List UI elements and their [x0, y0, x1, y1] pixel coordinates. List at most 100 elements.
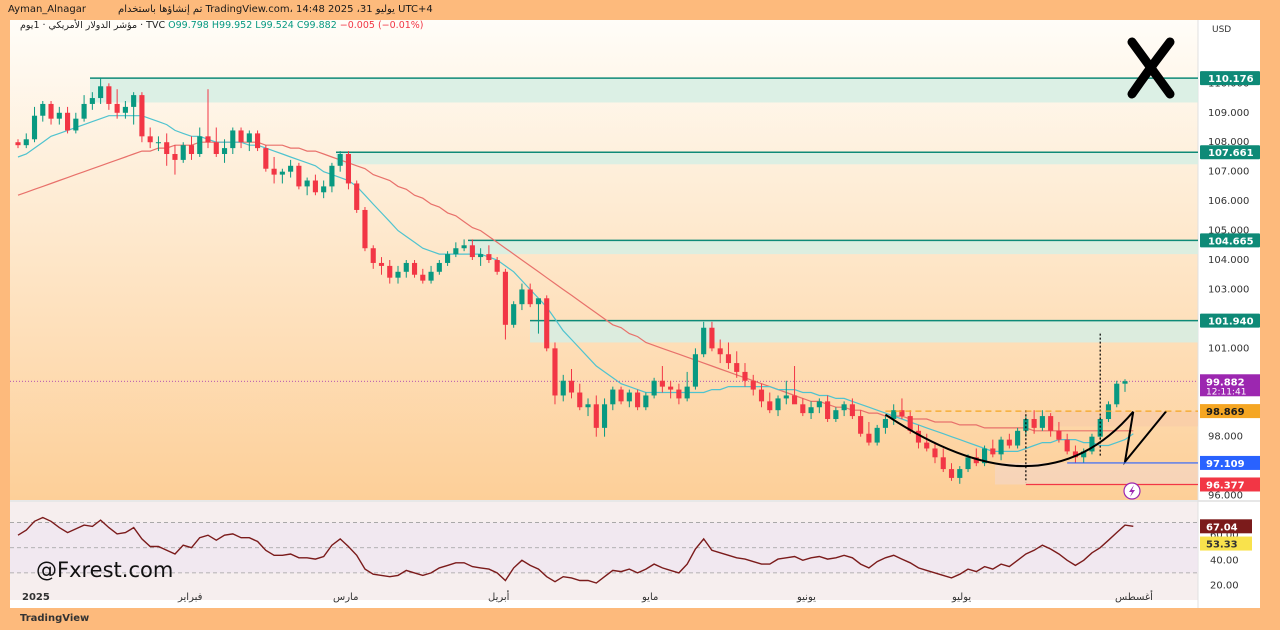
- candle-body: [180, 145, 186, 160]
- candle-body: [106, 86, 112, 104]
- candle-body: [304, 180, 310, 187]
- candle-body: [387, 265, 393, 278]
- resistance-zone: [90, 78, 1198, 103]
- candle-body: [1114, 383, 1120, 405]
- candle-body: [725, 354, 732, 364]
- candle-body: [734, 363, 740, 372]
- price-tag-label: 98.869: [1206, 407, 1245, 418]
- watermark-handle: @Fxrest.com: [36, 558, 174, 582]
- candle-body: [23, 139, 29, 146]
- y-tick-label: 96.000: [1208, 491, 1243, 502]
- candle-body: [370, 248, 376, 263]
- candle-body: [808, 407, 814, 414]
- candle-body: [709, 327, 715, 349]
- x-axis-label: يونيو: [796, 592, 816, 603]
- candle-body: [255, 133, 261, 149]
- candle-body: [1015, 430, 1021, 446]
- ohlc-open: O99.798: [168, 20, 209, 31]
- candle-body: [221, 148, 228, 155]
- candle-body: [791, 395, 798, 405]
- candle-body: [948, 469, 955, 478]
- candle-body: [849, 404, 855, 417]
- candle-body: [684, 386, 690, 399]
- candle-body: [337, 154, 343, 166]
- candle-body: [1122, 381, 1128, 384]
- tradingview-logo[interactable]: TradingView: [20, 613, 89, 624]
- candle-body: [535, 298, 542, 305]
- publish-info: تم إنشاؤها باستخدام TradingView.com، يول…: [118, 4, 433, 15]
- candle-body: [767, 401, 773, 411]
- x-axis-label: مارس: [333, 592, 358, 603]
- candle-body: [957, 469, 963, 478]
- candle-body: [866, 433, 872, 443]
- candle-body: [750, 380, 756, 390]
- resistance-zone: [336, 152, 1198, 165]
- price-tag-countdown: 12:11:41: [1206, 387, 1246, 397]
- candle-body: [825, 401, 831, 420]
- candle-body: [436, 262, 442, 272]
- chart-frame: USD110.000109.000108.000107.000106.00010…: [10, 20, 1260, 608]
- x-axis-label: أغسطس: [1115, 590, 1153, 603]
- candle-body: [701, 327, 707, 355]
- candle-body: [131, 95, 137, 107]
- candle-body: [155, 142, 162, 144]
- y-tick-label: 101.000: [1208, 343, 1249, 354]
- rsi-value-label: 67.04: [1206, 522, 1238, 533]
- candle-body: [940, 457, 946, 470]
- candle-body: [668, 386, 674, 390]
- candle-body: [742, 371, 748, 381]
- candle-body: [502, 271, 508, 325]
- zone-price-label: 104.665: [1208, 236, 1254, 247]
- zone-price-label: 107.661: [1208, 148, 1254, 159]
- candle-body: [230, 130, 236, 149]
- candle-body: [618, 389, 624, 402]
- candle-body: [81, 103, 87, 119]
- candle-body: [544, 298, 550, 349]
- x-axis-label: يوليو: [951, 592, 971, 603]
- candle-body: [651, 380, 657, 396]
- chart-canvas[interactable]: USD110.000109.000108.000107.000106.00010…: [10, 20, 1260, 608]
- x-axis-label: أبريل: [488, 590, 510, 603]
- candle-body: [312, 180, 318, 193]
- candle-body: [411, 262, 418, 275]
- candle-body: [48, 103, 54, 119]
- candle-body: [692, 354, 698, 387]
- candle-body: [874, 427, 880, 443]
- price-tag-label: 96.377: [1206, 480, 1245, 491]
- candle-body: [1064, 439, 1070, 452]
- candle-body: [841, 404, 847, 411]
- candle-body: [263, 148, 269, 169]
- candle-body: [626, 392, 632, 402]
- candle-body: [279, 171, 285, 175]
- candle-body: [577, 392, 583, 408]
- candle-body: [213, 142, 219, 155]
- ohlc-high: H99.952: [211, 20, 253, 31]
- candle-body: [65, 112, 71, 131]
- candle-body: [882, 419, 888, 428]
- candle-body: [139, 95, 145, 137]
- ohlc-low: L99.524: [255, 20, 294, 31]
- candle-body: [593, 404, 599, 428]
- candle-body: [114, 103, 120, 113]
- candle-body: [560, 380, 566, 396]
- candle-body: [345, 154, 352, 184]
- resistance-zone: [530, 320, 1198, 343]
- y-tick-label: 104.000: [1208, 255, 1249, 266]
- candle-body: [469, 245, 475, 258]
- candle-body: [1023, 419, 1029, 431]
- candle-body: [511, 304, 517, 325]
- candle-body: [552, 348, 558, 396]
- candle-body: [585, 404, 591, 408]
- candle-body: [288, 165, 294, 172]
- candle-body: [1056, 430, 1062, 440]
- candle-body: [519, 289, 525, 305]
- candle-body: [420, 274, 426, 281]
- candle-body: [783, 395, 789, 399]
- rsi-tick-label: 40.00: [1210, 555, 1239, 566]
- candle-body: [73, 118, 79, 131]
- candle-body: [172, 154, 178, 160]
- candle-body: [717, 348, 723, 355]
- candle-body: [494, 260, 500, 272]
- candle-body: [486, 254, 492, 261]
- price-tag-label: 97.109: [1206, 459, 1245, 470]
